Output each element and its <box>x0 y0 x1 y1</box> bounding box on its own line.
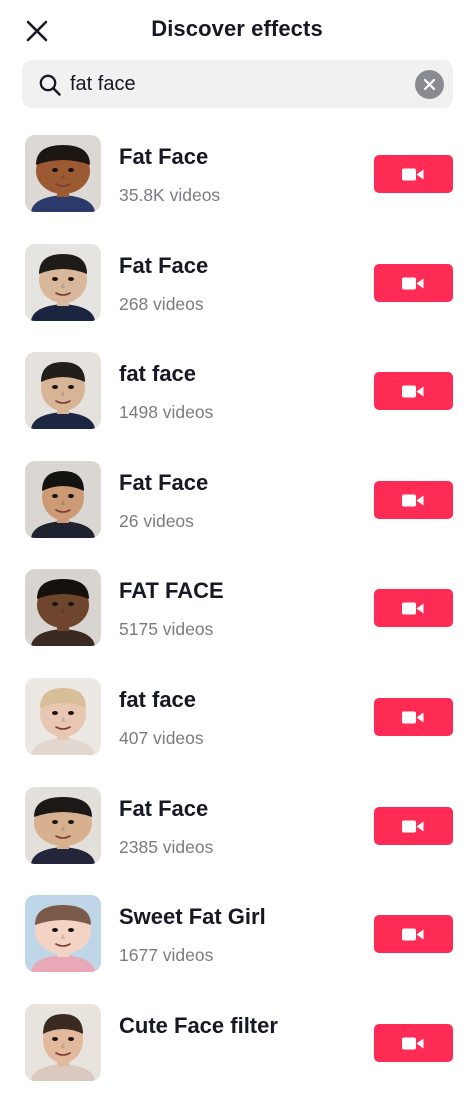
effect-thumbnail[interactable] <box>25 677 101 755</box>
effect-list-item[interactable]: fat face 407 videos <box>0 677 474 786</box>
effect-thumbnail[interactable] <box>25 786 101 864</box>
effect-thumbnail[interactable] <box>25 135 101 212</box>
effect-thumbnail[interactable] <box>25 243 101 321</box>
record-button[interactable] <box>374 915 453 954</box>
effect-video-count: 1677 videos <box>119 945 214 966</box>
effect-list-item[interactable]: Fat Face 26 videos <box>0 460 474 569</box>
effect-thumbnail[interactable] <box>25 1003 101 1081</box>
search-input[interactable] <box>70 60 400 108</box>
effect-thumbnail[interactable] <box>25 569 101 647</box>
effect-name: Cute Face filter <box>119 1012 278 1038</box>
effect-name: Fat Face <box>119 144 209 169</box>
effect-video-count: 407 videos <box>119 727 204 748</box>
effect-video-count: 5175 videos <box>119 619 214 640</box>
video-camera-icon <box>402 1037 424 1050</box>
effect-name: Fat Face <box>119 252 209 278</box>
effect-video-count: 35.8K videos <box>119 185 221 205</box>
effect-name: Fat Face <box>119 469 209 495</box>
effect-list-item[interactable]: Cute Face filter <box>0 1003 474 1111</box>
effect-name: FAT FACE <box>119 578 224 604</box>
effect-list-item[interactable]: Fat Face 268 videos <box>0 243 474 352</box>
record-button[interactable] <box>374 263 453 302</box>
record-button[interactable] <box>374 480 453 519</box>
record-button[interactable] <box>374 697 453 736</box>
record-button[interactable] <box>374 372 453 411</box>
effects-list: Fat Face 35.8K videos Fat Face 268 video… <box>0 134 474 1111</box>
effect-list-item[interactable]: Fat Face 2385 videos <box>0 786 474 895</box>
video-camera-icon <box>402 494 424 507</box>
video-camera-icon <box>402 820 424 833</box>
page-title: Discover effects <box>151 16 323 41</box>
effect-video-count: 1498 videos <box>119 402 214 423</box>
search-icon <box>39 74 61 96</box>
video-camera-icon <box>402 602 424 615</box>
video-camera-icon <box>402 928 424 941</box>
effect-list-item[interactable]: Fat Face 35.8K videos <box>0 134 474 243</box>
effect-video-count: 2385 videos <box>119 836 214 857</box>
effect-list-item[interactable]: FAT FACE 5175 videos <box>0 568 474 677</box>
header: Discover effects <box>0 0 474 60</box>
clear-search-button[interactable] <box>415 70 444 99</box>
record-button[interactable] <box>374 1023 453 1062</box>
effect-thumbnail[interactable] <box>25 460 101 538</box>
effect-name: Fat Face <box>119 795 209 821</box>
search-bar <box>22 60 453 108</box>
video-camera-icon <box>402 277 424 290</box>
effect-thumbnail[interactable] <box>25 352 101 430</box>
effect-list-item[interactable]: Sweet Fat Girl 1677 videos <box>0 894 474 1003</box>
effect-name: Sweet Fat Girl <box>119 904 266 930</box>
effect-thumbnail[interactable] <box>25 895 101 973</box>
clear-icon <box>423 78 436 91</box>
effect-name: fat face <box>119 686 197 712</box>
video-camera-icon <box>402 711 424 724</box>
video-camera-icon <box>402 385 424 398</box>
effect-list-item[interactable]: fat face 1498 videos <box>0 351 474 460</box>
effect-video-count: 26 videos <box>119 510 194 531</box>
effect-video-count: 268 videos <box>119 293 204 314</box>
effect-name: fat face <box>119 361 197 387</box>
record-button[interactable] <box>374 589 453 628</box>
video-camera-icon <box>402 168 424 181</box>
record-button[interactable] <box>374 155 453 193</box>
record-button[interactable] <box>374 806 453 845</box>
